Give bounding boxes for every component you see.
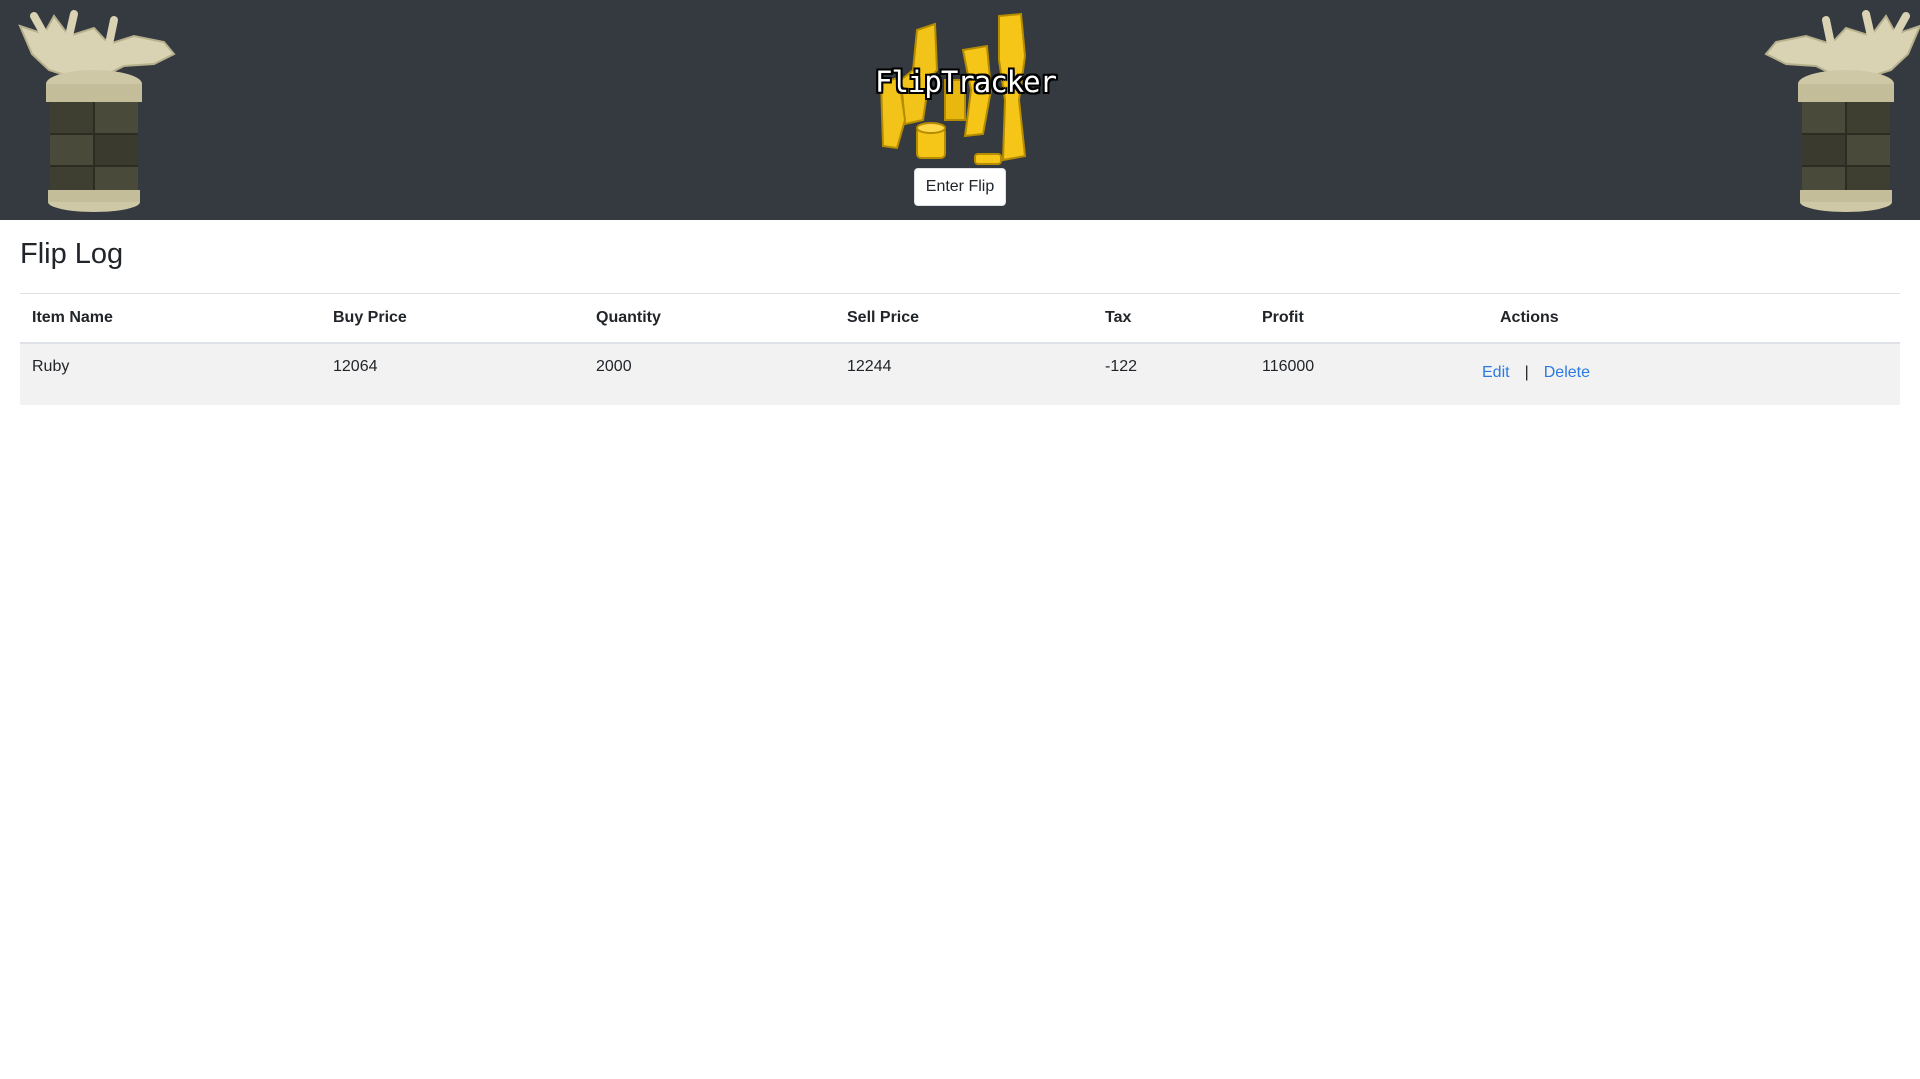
column-header-item-name: Item Name [20,293,321,344]
column-header-actions: Actions [1470,293,1900,344]
page-title: Flip Log [20,238,124,270]
cell-tax: -122 [1093,342,1250,405]
column-header-buy-price: Buy Price [321,293,584,344]
edit-link[interactable]: Edit [1482,364,1510,381]
column-header-profit: Profit [1250,293,1470,344]
site-header: FlipTracker Enter Flip [0,0,1920,220]
flip-log-table: Item Name Buy Price Quantity Sell Price … [20,293,1900,405]
column-header-sell-price: Sell Price [835,293,1093,344]
cell-profit: 116000 [1250,342,1470,405]
enter-flip-button[interactable]: Enter Flip [914,168,1006,206]
statue-icon [18,10,176,212]
statue-icon [1764,10,1920,212]
column-header-quantity: Quantity [584,293,835,344]
cell-sell-price: 12244 [835,342,1093,405]
cell-quantity: 2000 [584,342,835,405]
cell-item-name: Ruby [20,342,321,405]
cell-actions: Edit | Delete [1470,342,1900,405]
cell-buy-price: 12064 [321,342,584,405]
table-row: Ruby 12064 2000 12244 -122 116000 Edit | D… [20,342,1900,405]
logo-text: FlipTracker [875,65,1057,99]
column-header-tax: Tax [1093,293,1250,344]
action-separator: | [1524,363,1529,381]
table-header-row: Item Name Buy Price Quantity Sell Price … [20,293,1900,344]
logo: FlipTracker [875,10,1057,170]
delete-link[interactable]: Delete [1544,364,1590,381]
